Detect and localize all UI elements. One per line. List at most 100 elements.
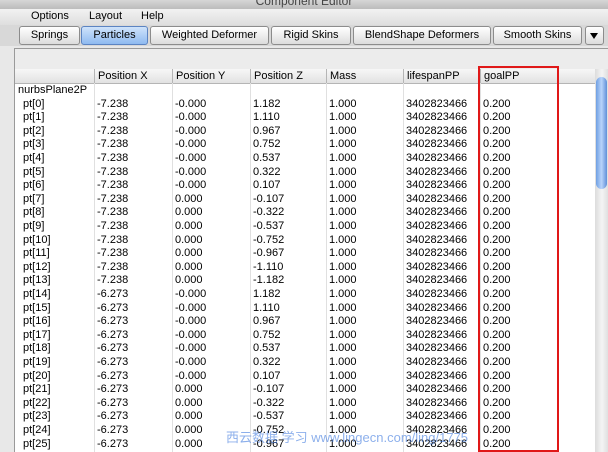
cell-goalpp[interactable]: 0.200 <box>480 220 511 234</box>
cell-position-y[interactable]: -0.000 <box>172 125 206 139</box>
cell-lifespanpp[interactable]: 3402823466 <box>403 179 467 193</box>
table-row[interactable]: pt[11] -7.238 0.000 -0.967 1.000 3402823466 0.… <box>15 247 595 261</box>
cell-mass[interactable]: 1.000 <box>326 274 357 288</box>
cell-position-z[interactable]: 1.110 <box>250 302 280 316</box>
cell-position-x[interactable]: -7.238 <box>94 125 128 139</box>
cell-lifespanpp[interactable]: 3402823466 <box>403 302 467 316</box>
cell-position-z[interactable]: -0.322 <box>250 397 284 411</box>
cell-position-y[interactable]: 0.000 <box>172 234 203 248</box>
cell-position-x[interactable]: -7.238 <box>94 274 128 288</box>
cell-mass[interactable]: 1.000 <box>326 410 357 424</box>
cell-position-x[interactable]: -7.238 <box>94 220 128 234</box>
column-header-position-x[interactable]: Position X <box>94 69 172 83</box>
table-row-group[interactable]: nurbsPlane2P <box>15 84 595 98</box>
cell-mass[interactable]: 1.000 <box>326 247 357 261</box>
cell-position-z[interactable]: -0.322 <box>250 206 284 220</box>
cell-position-z[interactable]: -0.752 <box>250 234 284 248</box>
cell-position-y[interactable]: 0.000 <box>172 274 203 288</box>
cell-position-y[interactable]: -0.000 <box>172 179 206 193</box>
cell-position-z[interactable]: 1.110 <box>250 111 280 125</box>
tab-smooth-skins[interactable]: Smooth Skins <box>493 26 582 45</box>
cell-position-x[interactable]: -6.273 <box>94 288 128 302</box>
table-row[interactable]: pt[19] -6.273 -0.000 0.322 1.000 3402823466 0.… <box>15 356 595 370</box>
cell-position-x[interactable]: -7.238 <box>94 152 128 166</box>
cell-goalpp[interactable]: 0.200 <box>480 166 511 180</box>
cell-position-x[interactable]: -7.238 <box>94 138 128 152</box>
cell-position-y[interactable]: -0.000 <box>172 138 206 152</box>
cell-position-z[interactable]: 0.967 <box>250 125 281 139</box>
cell-mass[interactable]: 1.000 <box>326 206 357 220</box>
cell-lifespanpp[interactable]: 3402823466 <box>403 220 467 234</box>
cell-mass[interactable]: 1.000 <box>326 356 357 370</box>
cell-mass[interactable]: 1.000 <box>326 138 357 152</box>
cell-goalpp[interactable]: 0.200 <box>480 315 511 329</box>
cell-lifespanpp[interactable]: 3402823466 <box>403 342 467 356</box>
cell-lifespanpp[interactable]: 3402823466 <box>403 410 467 424</box>
cell-position-x[interactable]: -7.238 <box>94 179 128 193</box>
cell-goalpp[interactable]: 0.200 <box>480 206 511 220</box>
table-row[interactable]: pt[22] -6.273 0.000 -0.322 1.000 3402823466 0.… <box>15 397 595 411</box>
cell-position-z[interactable]: 0.752 <box>250 329 281 343</box>
cell-position-y[interactable]: -0.000 <box>172 152 206 166</box>
cell-position-x[interactable]: -7.238 <box>94 193 128 207</box>
cell-position-x[interactable]: -6.273 <box>94 356 128 370</box>
cell-goalpp[interactable]: 0.200 <box>480 329 511 343</box>
cell-position-x[interactable]: -6.273 <box>94 315 128 329</box>
cell-position-y[interactable]: -0.000 <box>172 166 206 180</box>
table-row[interactable]: pt[5] -7.238 -0.000 0.322 1.000 3402823466 0.2… <box>15 166 595 180</box>
tab-weighted-deformer[interactable]: Weighted Deformer <box>150 26 269 45</box>
cell-lifespanpp[interactable]: 3402823466 <box>403 315 467 329</box>
table-row[interactable]: pt[4] -7.238 -0.000 0.537 1.000 3402823466 0.2… <box>15 152 595 166</box>
cell-position-z[interactable]: 0.537 <box>250 152 281 166</box>
cell-position-z[interactable]: 1.182 <box>250 98 281 112</box>
table-row[interactable]: pt[6] -7.238 -0.000 0.107 1.000 3402823466 0.2… <box>15 179 595 193</box>
cell-goalpp[interactable]: 0.200 <box>480 397 511 411</box>
cell-lifespanpp[interactable]: 3402823466 <box>403 356 467 370</box>
cell-position-y[interactable]: -0.000 <box>172 111 206 125</box>
cell-position-x[interactable]: -7.238 <box>94 234 128 248</box>
cell-position-y[interactable]: 0.000 <box>172 220 203 234</box>
cell-mass[interactable]: 1.000 <box>326 288 357 302</box>
table-row[interactable]: pt[21] -6.273 0.000 -0.107 1.000 3402823466 0.… <box>15 383 595 397</box>
table-row[interactable]: pt[14] -6.273 -0.000 1.182 1.000 3402823466 0.… <box>15 288 595 302</box>
cell-mass[interactable]: 1.000 <box>326 261 357 275</box>
cell-goalpp[interactable]: 0.200 <box>480 98 511 112</box>
table-row[interactable]: pt[2] -7.238 -0.000 0.967 1.000 3402823466 0.2… <box>15 125 595 139</box>
tab-blendshape-deformers[interactable]: BlendShape Deformers <box>353 26 491 45</box>
cell-position-y[interactable]: 0.000 <box>172 438 203 452</box>
cell-goalpp[interactable]: 0.200 <box>480 274 511 288</box>
cell-position-y[interactable]: -0.000 <box>172 342 206 356</box>
cell-lifespanpp[interactable]: 3402823466 <box>403 247 467 261</box>
cell-position-z[interactable]: 0.107 <box>250 370 281 384</box>
cell-goalpp[interactable]: 0.200 <box>480 138 511 152</box>
table-row[interactable]: pt[0] -7.238 -0.000 1.182 1.000 3402823466 0.2… <box>15 98 595 112</box>
cell-goalpp[interactable]: 0.200 <box>480 111 511 125</box>
table-row[interactable]: pt[3] -7.238 -0.000 0.752 1.000 3402823466 0.2… <box>15 138 595 152</box>
table-row[interactable]: pt[8] -7.238 0.000 -0.322 1.000 3402823466 0.2… <box>15 206 595 220</box>
cell-goalpp[interactable]: 0.200 <box>480 342 511 356</box>
cell-position-y[interactable]: 0.000 <box>172 261 203 275</box>
cell-position-y[interactable]: 0.000 <box>172 193 203 207</box>
cell-mass[interactable]: 1.000 <box>326 234 357 248</box>
cell-mass[interactable]: 1.000 <box>326 193 357 207</box>
cell-position-z[interactable]: -0.107 <box>250 193 284 207</box>
tab-overflow-chevron-down-icon[interactable] <box>585 26 604 45</box>
table-row[interactable]: pt[1] -7.238 -0.000 1.110 1.000 3402823466 0.2… <box>15 111 595 125</box>
column-header-position-z[interactable]: Position Z <box>250 69 326 83</box>
cell-goalpp[interactable]: 0.200 <box>480 261 511 275</box>
table-row[interactable]: pt[10] -7.238 0.000 -0.752 1.000 3402823466 0.… <box>15 234 595 248</box>
tab-springs[interactable]: Springs <box>19 26 80 45</box>
cell-goalpp[interactable]: 0.200 <box>480 152 511 166</box>
cell-position-y[interactable]: -0.000 <box>172 288 206 302</box>
particle-table[interactable]: Position X Position Y Position Z Mass li… <box>15 69 595 452</box>
cell-goalpp[interactable]: 0.200 <box>480 247 511 261</box>
cell-mass[interactable]: 1.000 <box>326 302 357 316</box>
cell-position-z[interactable]: 0.537 <box>250 342 281 356</box>
cell-position-y[interactable]: 0.000 <box>172 410 203 424</box>
column-header-lifespanpp[interactable]: lifespanPP <box>403 69 480 83</box>
table-row[interactable]: pt[15] -6.273 -0.000 1.110 1.000 3402823466 0.… <box>15 302 595 316</box>
cell-position-z[interactable]: -0.107 <box>250 383 284 397</box>
cell-position-y[interactable]: -0.000 <box>172 356 206 370</box>
cell-position-y[interactable]: 0.000 <box>172 247 203 261</box>
cell-position-y[interactable]: 0.000 <box>172 424 203 438</box>
